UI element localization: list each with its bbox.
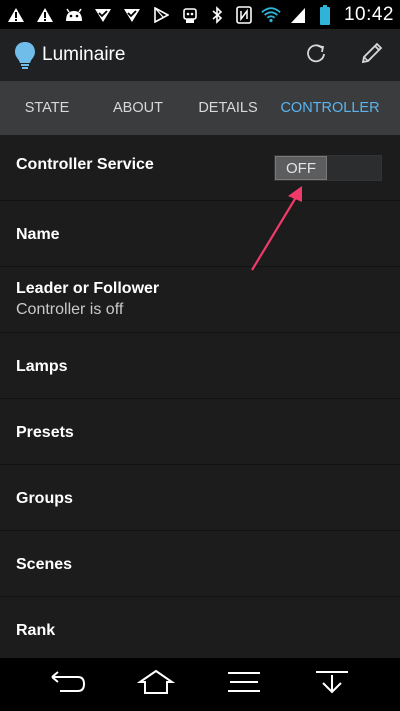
row-title: Leader or Follower [16, 280, 160, 297]
row-title: Lamps [16, 358, 68, 375]
app-title: Luminaire [42, 44, 126, 65]
lightbulb-icon[interactable] [12, 40, 38, 70]
toggle-off-label: OFF [275, 156, 327, 180]
tab-details[interactable]: DETAILS [182, 81, 274, 135]
battery-icon [315, 4, 335, 25]
controller-service-toggle[interactable]: OFF [274, 155, 382, 181]
nfc-icon [234, 5, 254, 25]
list-item-rank[interactable]: Rank [0, 597, 400, 658]
system-icons: 10:42 [180, 4, 394, 26]
home-button[interactable] [121, 658, 191, 711]
row-title: Groups [16, 490, 73, 507]
android-icon [64, 5, 84, 25]
collapse-button[interactable] [297, 658, 367, 711]
back-icon [48, 669, 88, 700]
menu-icon [227, 670, 261, 699]
tab-bar: STATE ABOUT DETAILS CONTROLLER [0, 81, 400, 135]
row-title: Scenes [16, 556, 73, 573]
edit-button[interactable] [344, 29, 400, 81]
row-subtitle: Controller is off [16, 301, 124, 318]
tab-about[interactable]: ABOUT [94, 81, 182, 135]
clock: 10:42 [343, 3, 394, 25]
check-triangle-icon [122, 5, 142, 25]
list-item-leader-follower[interactable]: Leader or Follower Controller is off [0, 267, 400, 333]
signal-icon [288, 5, 308, 25]
check-triangle-icon [93, 5, 113, 25]
list-item-groups[interactable]: Groups [0, 465, 400, 531]
navigation-bar [0, 658, 400, 711]
tab-controller[interactable]: CONTROLLER [274, 81, 386, 135]
controller-service-row: Controller Service OFF [0, 135, 400, 201]
play-store-icon [151, 5, 171, 25]
collapse-icon [314, 669, 350, 700]
back-button[interactable] [33, 658, 103, 711]
row-title: Name [16, 226, 60, 243]
controller-settings-list: Controller Service OFF Name Leader or Fo… [0, 135, 400, 658]
refresh-icon [305, 42, 327, 69]
row-title: Presets [16, 424, 74, 441]
tab-state[interactable]: STATE [0, 81, 94, 135]
list-item-lamps[interactable]: Lamps [0, 333, 400, 399]
status-bar: 10:42 [0, 0, 400, 29]
home-icon [136, 668, 176, 701]
wifi-icon [261, 5, 281, 25]
edit-pencil-icon [359, 40, 385, 71]
warning-icon [6, 5, 26, 25]
menu-button[interactable] [209, 658, 279, 711]
bluetooth-icon [207, 5, 227, 25]
action-bar: Luminaire [0, 29, 400, 81]
warning-icon [35, 5, 55, 25]
notification-icons [6, 5, 171, 25]
row-title: Rank [16, 622, 56, 639]
list-item-scenes[interactable]: Scenes [0, 531, 400, 597]
list-item-presets[interactable]: Presets [0, 399, 400, 465]
action-bar-actions [288, 29, 400, 81]
refresh-button[interactable] [288, 29, 344, 81]
list-item-name[interactable]: Name [0, 201, 400, 267]
robot-icon [180, 5, 200, 25]
